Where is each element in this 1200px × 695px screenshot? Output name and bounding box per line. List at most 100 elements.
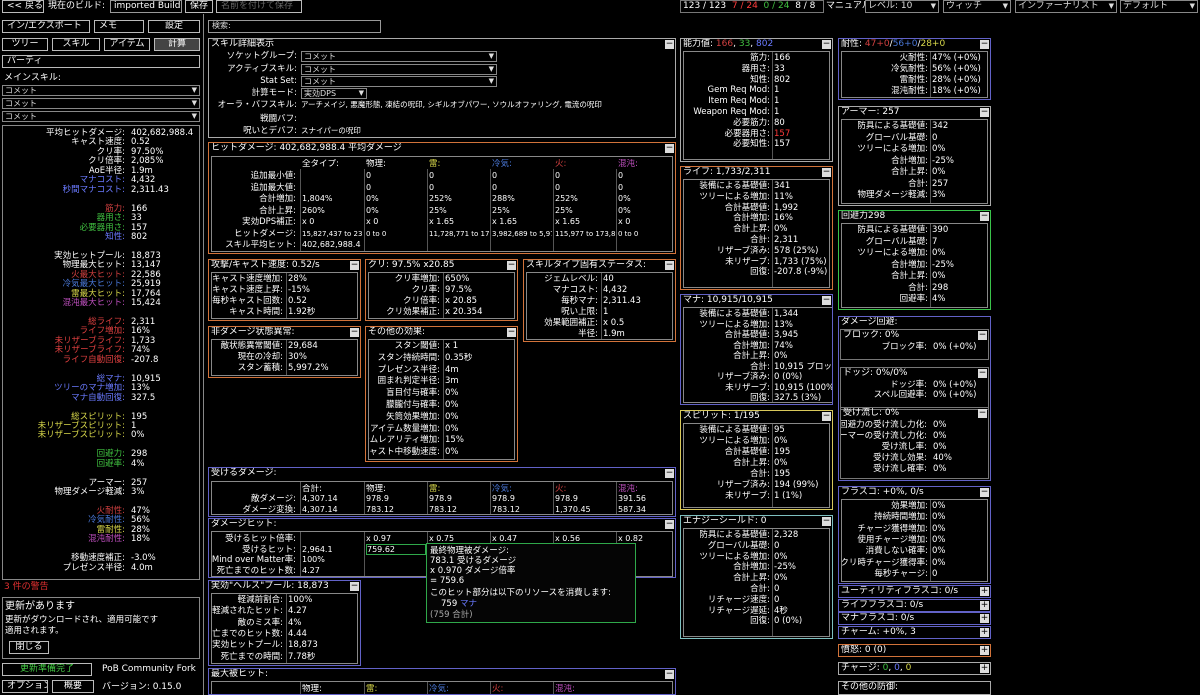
calc-mode-select[interactable]: 実効DPS ▼ xyxy=(301,88,367,99)
charm-section[interactable]: チャーム: +0%, 3 + xyxy=(838,625,991,639)
collapse-icon[interactable]: − xyxy=(507,328,516,337)
collapse-icon[interactable]: − xyxy=(350,261,359,270)
block-subsection: ブロック: 0% − ブロック率: 0% (+0%) xyxy=(840,329,989,360)
row-value: 18% (+0%) xyxy=(932,86,981,96)
mana-flask-section[interactable]: マナフラスコ: 0/s + xyxy=(838,612,991,625)
tab-party[interactable]: パーティ xyxy=(2,55,200,68)
search-input[interactable]: 検索: xyxy=(208,20,381,33)
tooltip-line: = 759.6 xyxy=(430,576,465,586)
collapse-icon[interactable]: − xyxy=(665,144,674,153)
table-cell: 25% xyxy=(555,205,573,215)
skill-detail-select[interactable]: コメット ▼ xyxy=(301,64,497,75)
row-label: クリ率増加: xyxy=(394,274,440,284)
life-flask-section[interactable]: ライフフラスコ: 0/s + xyxy=(838,598,991,612)
rage-section[interactable]: 憤怒: 0 (0) + xyxy=(838,644,991,657)
level-select[interactable]: レベル: 10 ▼ xyxy=(865,0,939,13)
settings-button[interactable]: 設定 xyxy=(148,20,200,33)
row-label: クリ効果補正: xyxy=(386,307,440,317)
table-cell: 978.9 xyxy=(492,494,515,503)
collapse-icon[interactable]: − xyxy=(665,520,674,529)
skill-detail-label: ソケットグループ: xyxy=(226,51,297,61)
collapse-icon[interactable]: − xyxy=(822,40,831,49)
row-label: ブロック率: xyxy=(881,342,927,352)
row-label: 防具による基礎値: xyxy=(857,121,928,131)
row-label: ツリーによる増加: xyxy=(699,191,770,202)
table-cell: 260% xyxy=(302,205,325,215)
ascendancy-select[interactable]: インファーナリスト ▼ xyxy=(1015,0,1117,13)
row-value: 18,873 xyxy=(288,640,318,651)
expand-icon[interactable]: + xyxy=(980,614,989,623)
collapse-icon[interactable]: − xyxy=(507,261,516,270)
column-header: 全タイプ: xyxy=(302,159,339,169)
main-skill-statset-select[interactable]: コメット ▼ xyxy=(2,111,200,122)
expand-icon[interactable]: + xyxy=(980,627,989,637)
stat-label: マナ自動回復: xyxy=(71,392,125,403)
collapse-icon[interactable]: − xyxy=(665,40,674,49)
grid-line xyxy=(601,273,602,339)
collapse-icon[interactable]: − xyxy=(665,469,674,478)
collapse-icon[interactable]: − xyxy=(980,212,989,221)
warnings-count[interactable]: 3 件の警告 xyxy=(4,582,49,593)
options-button[interactable]: オプション xyxy=(2,680,48,693)
main-skill-active-select[interactable]: コメット ▼ xyxy=(2,98,200,109)
collapse-icon[interactable]: − xyxy=(978,409,987,418)
expand-icon[interactable]: + xyxy=(980,587,989,596)
build-name-field[interactable]: imported Build xyxy=(110,0,182,13)
tab-items[interactable]: アイテム xyxy=(104,38,150,51)
skill-detail-select[interactable]: コメット ▼ xyxy=(301,76,497,87)
ailment-section: 非ダメージ状態異常: − 敵状態異常閾値: 29,684 現在の冷却: 30% スタン蓄… xyxy=(208,326,361,378)
other-defenses-section[interactable]: その他の防御: xyxy=(838,681,991,695)
tab-calcs[interactable]: 計算 xyxy=(154,38,200,51)
tooltip-line: 最終物理被ダメージ: xyxy=(430,546,509,556)
collapse-icon[interactable]: − xyxy=(350,328,359,337)
collapse-icon[interactable]: − xyxy=(350,582,359,591)
row-value: 1 (1%) xyxy=(774,491,803,501)
collapse-icon[interactable]: − xyxy=(980,488,989,497)
class-select[interactable]: ウィッチ ▼ xyxy=(943,0,1011,13)
row-value: 1 xyxy=(774,85,780,96)
about-button[interactable]: 概要 xyxy=(52,680,94,693)
charges-section[interactable]: チャージ: 0, 0, 0 + xyxy=(838,662,991,675)
save-as-button[interactable]: 名前を付けて保存 xyxy=(216,0,302,13)
notes-button[interactable]: メモ xyxy=(94,20,144,33)
row-label: 効果増加: xyxy=(891,501,928,511)
collapse-icon[interactable]: − xyxy=(822,517,831,526)
expand-icon[interactable]: + xyxy=(980,646,989,655)
collapse-icon[interactable]: − xyxy=(665,670,674,679)
expand-icon[interactable]: + xyxy=(980,600,989,610)
collapse-icon[interactable]: − xyxy=(978,331,987,340)
expand-icon[interactable]: + xyxy=(980,664,989,673)
row-value: 16% xyxy=(774,213,793,224)
tab-tree[interactable]: ツリー xyxy=(2,38,48,51)
subsection-title: ブロック: 0% xyxy=(843,330,900,340)
config-select[interactable]: デフォルト ▼ xyxy=(1120,0,1198,13)
utility-flask-section[interactable]: ユーティリティフラスコ: 0/s + xyxy=(838,585,991,598)
row-value: 29,684 xyxy=(288,341,318,351)
tab-skills[interactable]: スキル xyxy=(52,38,100,51)
collapse-icon[interactable]: − xyxy=(980,108,989,117)
update-ready-button[interactable]: 更新準備完了 xyxy=(2,663,92,676)
collapse-icon[interactable]: − xyxy=(978,369,987,378)
grid-line xyxy=(300,169,301,251)
row-label: 合計増加: xyxy=(733,213,770,224)
grid-line xyxy=(300,682,301,694)
row-value: 0% (+0%) xyxy=(933,380,977,390)
import-export-button[interactable]: イン/エクスポート xyxy=(2,20,90,33)
collapse-icon[interactable]: − xyxy=(822,296,831,305)
back-button[interactable]: << 戻る xyxy=(2,0,44,13)
row-value: 195 xyxy=(774,469,791,479)
collapse-icon[interactable]: − xyxy=(822,168,831,177)
row-value: 0% xyxy=(932,501,946,511)
save-button[interactable]: 保存 xyxy=(185,0,213,13)
attributes-section: 能力値: 166, 33, 802 − 筋力: 166 器用さ: 33 知性: 802 Ge… xyxy=(680,38,833,162)
close-button[interactable]: 閉じる xyxy=(9,641,49,654)
collapse-icon[interactable]: − xyxy=(665,261,674,270)
collapse-icon[interactable]: − xyxy=(822,412,831,421)
section-title: マナフラスコ: 0/s xyxy=(841,613,915,623)
row-label: 合計: xyxy=(750,469,770,479)
grid-line xyxy=(300,482,301,514)
collapse-icon[interactable]: − xyxy=(980,40,989,49)
skill-detail-select[interactable]: コメット ▼ xyxy=(301,51,497,62)
main-skill-group-select[interactable]: コメット ▼ xyxy=(2,85,200,96)
row-value: 3,945 xyxy=(774,330,799,340)
